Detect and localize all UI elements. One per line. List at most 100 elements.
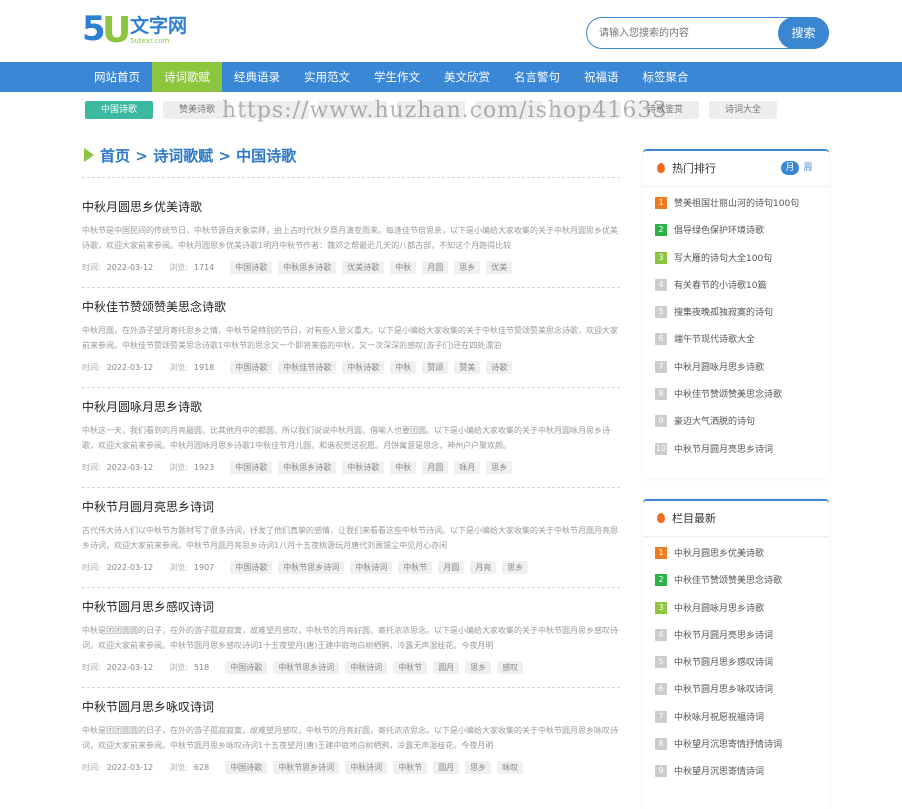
latest-item-title[interactable]: 中秋咏月祝愿祝福诗词: [674, 713, 764, 723]
article-tag[interactable]: 月圆: [438, 561, 465, 574]
article-tag[interactable]: 圆月: [433, 661, 460, 674]
latest-item-title[interactable]: 中秋望月沉思寄情抒情诗词: [674, 740, 782, 750]
search-button[interactable]: 搜索: [778, 17, 829, 49]
nav-item[interactable]: 实用范文: [292, 62, 362, 92]
latest-item-title[interactable]: 中秋节圆月思乡咏叹诗词: [674, 685, 773, 695]
latest-item-title[interactable]: 中秋月圆思乡优美诗歌: [674, 549, 764, 559]
article-tag[interactable]: 赞颂: [422, 361, 449, 374]
hot-list-item[interactable]: 3 写大雁的诗句大全100句: [655, 246, 829, 273]
breadcrumb-level1[interactable]: 诗词歌赋: [153, 147, 213, 165]
article-title[interactable]: 中秋节圆月思乡感叹诗词: [82, 599, 620, 615]
article-tag[interactable]: 思乡: [465, 761, 492, 774]
article-tag[interactable]: 优美诗歌: [342, 261, 385, 274]
article-tag[interactable]: 中秋诗词: [345, 661, 388, 674]
hot-item-title[interactable]: 豪迈大气洒脱的诗句: [674, 417, 755, 427]
hot-list-item[interactable]: 4 有关春节的小诗歌10篇: [655, 273, 829, 300]
latest-item-title[interactable]: 中秋月圆咏月思乡诗歌: [674, 604, 764, 614]
article-tag[interactable]: 中秋诗词: [350, 561, 393, 574]
latest-item-title[interactable]: 中秋节圆月思乡感叹诗词: [674, 658, 773, 668]
hot-list-item[interactable]: 10 中秋节月圆月亮思乡诗词: [655, 437, 829, 464]
article-tag[interactable]: 圆月: [433, 761, 460, 774]
article-tag[interactable]: 中秋节: [398, 561, 433, 574]
hot-list-item[interactable]: 8 中秋佳节赞颂赞美思念诗歌: [655, 382, 829, 409]
breadcrumb-home[interactable]: 首页: [100, 147, 130, 165]
nav-item[interactable]: 学生作文: [362, 62, 432, 92]
article-tag[interactable]: 中秋节思乡诗词: [273, 761, 340, 774]
latest-item-title[interactable]: 中秋望月沉思寄情诗词: [674, 767, 764, 777]
hot-item-title[interactable]: 中秋佳节赞颂赞美思念诗歌: [674, 390, 782, 400]
article-tag[interactable]: 中秋诗歌: [342, 461, 385, 474]
article-tag[interactable]: 中秋: [390, 461, 417, 474]
article-tag[interactable]: 中秋诗词: [345, 761, 388, 774]
hot-list-item[interactable]: 6 端午节现代诗歌大全: [655, 327, 829, 354]
article-tag[interactable]: 中秋节思乡诗词: [273, 661, 340, 674]
nav-item[interactable]: 名言警句: [502, 62, 572, 92]
latest-list-item[interactable]: 7 中秋咏月祝愿祝福诗词: [655, 705, 829, 732]
hot-item-title[interactable]: 搜集夜晚孤独寂寞的诗句: [674, 308, 773, 318]
article-title[interactable]: 中秋节月圆月亮思乡诗词: [82, 499, 620, 515]
hot-item-title[interactable]: 端午节现代诗歌大全: [674, 335, 755, 345]
hot-item-title[interactable]: 中秋节月圆月亮思乡诗词: [674, 445, 773, 455]
subnav-item[interactable]: 赞美诗歌: [163, 101, 231, 119]
hot-list-item[interactable]: 1 赞美祖国壮丽山河的诗句100句: [655, 191, 829, 218]
article-tag[interactable]: 中秋节思乡诗词: [278, 561, 345, 574]
article-tag[interactable]: 咏月: [454, 461, 481, 474]
subnav-item[interactable]: 诗词大全: [709, 101, 777, 119]
nav-item[interactable]: 网站首页: [82, 62, 152, 92]
article-tag[interactable]: 中秋佳节诗歌: [278, 361, 337, 374]
latest-list-item[interactable]: 8 中秋望月沉思寄情抒情诗词: [655, 732, 829, 759]
article-tag[interactable]: 中国诗歌: [230, 461, 273, 474]
hot-item-title[interactable]: 倡导绿色保护环境诗歌: [674, 226, 764, 236]
article-tag[interactable]: 咏叹: [497, 761, 524, 774]
hot-item-title[interactable]: 赞美祖国壮丽山河的诗句100句: [674, 199, 799, 209]
article-tag[interactable]: 中国诗歌: [225, 661, 268, 674]
article-tag[interactable]: 月圆: [422, 261, 449, 274]
article-tag[interactable]: 思乡: [454, 261, 481, 274]
article-tag[interactable]: 中秋: [390, 361, 417, 374]
hot-list-item[interactable]: 7 中秋月圆咏月思乡诗歌: [655, 355, 829, 382]
nav-item[interactable]: 祝福语: [572, 62, 631, 92]
article-tag[interactable]: 中秋思乡诗歌: [278, 261, 337, 274]
article-tag[interactable]: 中秋节: [393, 661, 428, 674]
site-logo[interactable]: 5 U 文字网 5utexr.com: [82, 10, 192, 50]
nav-item[interactable]: 诗词歌赋: [152, 62, 222, 92]
nav-item[interactable]: 美文欣赏: [432, 62, 502, 92]
latest-list-item[interactable]: 4 中秋节月圆月亮思乡诗词: [655, 623, 829, 650]
hot-item-title[interactable]: 中秋月圆咏月思乡诗歌: [674, 363, 764, 373]
subnav-item[interactable]: 中国诗歌: [85, 101, 153, 119]
latest-list-item[interactable]: 5 中秋节圆月思乡感叹诗词: [655, 650, 829, 677]
article-tag[interactable]: 中国诗歌: [230, 261, 273, 274]
latest-list-item[interactable]: 6 中秋节圆月思乡咏叹诗词: [655, 677, 829, 704]
article-title[interactable]: 中秋月圆思乡优美诗歌: [82, 199, 620, 215]
article-tag[interactable]: 中国诗歌: [225, 761, 268, 774]
hot-list-item[interactable]: 2 倡导绿色保护环境诗歌: [655, 218, 829, 245]
nav-item[interactable]: 经典语录: [222, 62, 292, 92]
article-tag[interactable]: 思乡: [486, 461, 513, 474]
article-title[interactable]: 中秋节圆月思乡咏叹诗词: [82, 699, 620, 715]
article-tag[interactable]: 诗歌: [486, 361, 513, 374]
hot-list-item[interactable]: 5 搜集夜晚孤独寂寞的诗句: [655, 300, 829, 327]
hot-list-item[interactable]: 9 豪迈大气洒脱的诗句: [655, 409, 829, 436]
article-title[interactable]: 中秋月圆咏月思乡诗歌: [82, 399, 620, 415]
search-input[interactable]: [599, 24, 769, 42]
article-tag[interactable]: 中秋节: [393, 761, 428, 774]
article-title[interactable]: 中秋佳节赞颂赞美思念诗歌: [82, 299, 620, 315]
tab-month[interactable]: 月: [781, 161, 799, 175]
article-tag[interactable]: 优美: [486, 261, 513, 274]
latest-item-title[interactable]: 中秋佳节赞颂赞美思念诗歌: [674, 576, 782, 586]
latest-list-item[interactable]: 1 中秋月圆思乡优美诗歌: [655, 541, 829, 568]
hot-item-title[interactable]: 写大雁的诗句大全100句: [674, 254, 772, 264]
latest-item-title[interactable]: 中秋节月圆月亮思乡诗词: [674, 631, 773, 641]
article-tag[interactable]: 中国诗歌: [230, 361, 273, 374]
article-tag[interactable]: 思乡: [502, 561, 529, 574]
article-tag[interactable]: 赞美: [454, 361, 481, 374]
latest-list-item[interactable]: 9 中秋望月沉思寄情诗词: [655, 759, 829, 786]
article-tag[interactable]: 月亮: [470, 561, 497, 574]
article-tag[interactable]: 中秋思乡诗歌: [278, 461, 337, 474]
nav-item[interactable]: 标签聚合: [631, 62, 701, 92]
article-tag[interactable]: 思乡: [465, 661, 492, 674]
breadcrumb-level2[interactable]: 中国诗歌: [236, 147, 296, 165]
article-tag[interactable]: 月圆: [422, 461, 449, 474]
article-tag[interactable]: 中秋: [390, 261, 417, 274]
article-tag[interactable]: 感叹: [497, 661, 524, 674]
